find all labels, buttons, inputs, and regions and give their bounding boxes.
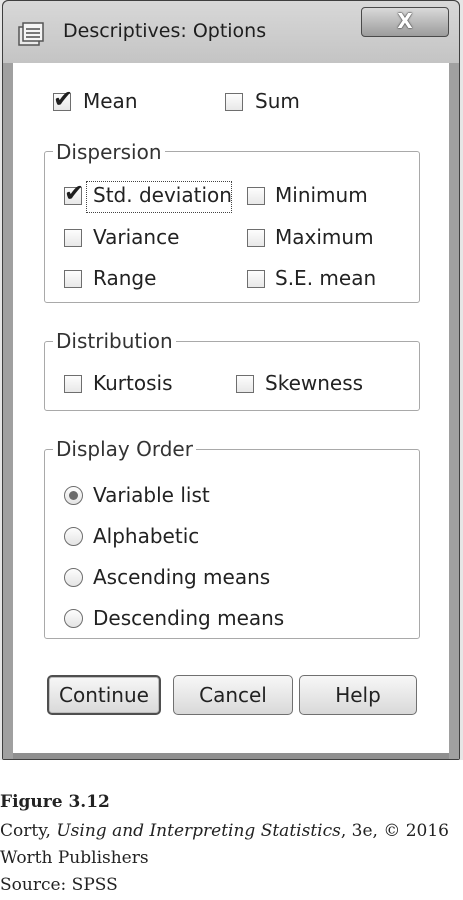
range-label[interactable]: Range [93, 266, 156, 290]
close-button[interactable]: X [361, 7, 449, 37]
se-mean-label[interactable]: S.E. mean [275, 266, 376, 290]
figure-number: Figure 3.12 [0, 792, 110, 812]
maximum-label[interactable]: Maximum [275, 225, 374, 249]
descending-means-label[interactable]: Descending means [93, 606, 284, 630]
minimum-checkbox[interactable] [247, 187, 265, 205]
title-bar[interactable]: Descriptives: Options X [3, 1, 459, 63]
dialog-window: Descriptives: Options X ✔ Mean Sum Dispe… [2, 0, 460, 760]
figure-source-line: Corty, Using and Interpreting Statistics… [0, 821, 449, 841]
checkmark-icon: ✔ [53, 85, 74, 113]
spss-app-icon [18, 22, 44, 46]
window-frame-right [449, 63, 459, 759]
descending-means-radio[interactable] [64, 609, 83, 628]
close-icon: X [397, 9, 413, 33]
mean-checkbox[interactable]: ✔ [53, 87, 73, 111]
dialog-title: Descriptives: Options [63, 20, 267, 42]
minimum-label[interactable]: Minimum [275, 183, 368, 207]
sum-checkbox[interactable] [225, 93, 243, 111]
variable-list-radio[interactable] [64, 486, 83, 505]
range-checkbox[interactable] [64, 270, 82, 288]
alphabetic-radio[interactable] [64, 527, 83, 546]
radio-selected-dot [69, 491, 78, 500]
figure-publisher: Worth Publishers [0, 848, 149, 868]
mean-label[interactable]: Mean [83, 89, 138, 113]
distribution-legend: Distribution [53, 329, 176, 353]
variance-checkbox[interactable] [64, 229, 82, 247]
alphabetic-label[interactable]: Alphabetic [93, 524, 199, 548]
figure-software-source: Source: SPSS [0, 875, 118, 895]
se-mean-checkbox[interactable] [247, 270, 265, 288]
ascending-means-radio[interactable] [64, 568, 83, 587]
sum-label[interactable]: Sum [255, 89, 300, 113]
cancel-button[interactable]: Cancel [173, 675, 293, 715]
skewness-label[interactable]: Skewness [265, 371, 363, 395]
ascending-means-label[interactable]: Ascending means [93, 565, 270, 589]
std-deviation-label[interactable]: Std. deviation [93, 183, 232, 207]
variable-list-label[interactable]: Variable list [93, 483, 210, 507]
dialog-body: ✔ Mean Sum Dispersion ✔ Std. deviation M… [13, 63, 449, 753]
maximum-checkbox[interactable] [247, 229, 265, 247]
checkmark-icon: ✔ [64, 179, 85, 207]
kurtosis-checkbox[interactable] [64, 375, 82, 393]
kurtosis-label[interactable]: Kurtosis [93, 371, 173, 395]
window-frame-left [3, 63, 13, 759]
dispersion-legend: Dispersion [53, 140, 165, 164]
std-deviation-checkbox[interactable]: ✔ [64, 181, 84, 205]
variance-label[interactable]: Variance [93, 225, 179, 249]
skewness-checkbox[interactable] [236, 375, 254, 393]
display-order-legend: Display Order [53, 437, 196, 461]
continue-button[interactable]: Continue [47, 675, 161, 715]
help-button[interactable]: Help [299, 675, 417, 715]
